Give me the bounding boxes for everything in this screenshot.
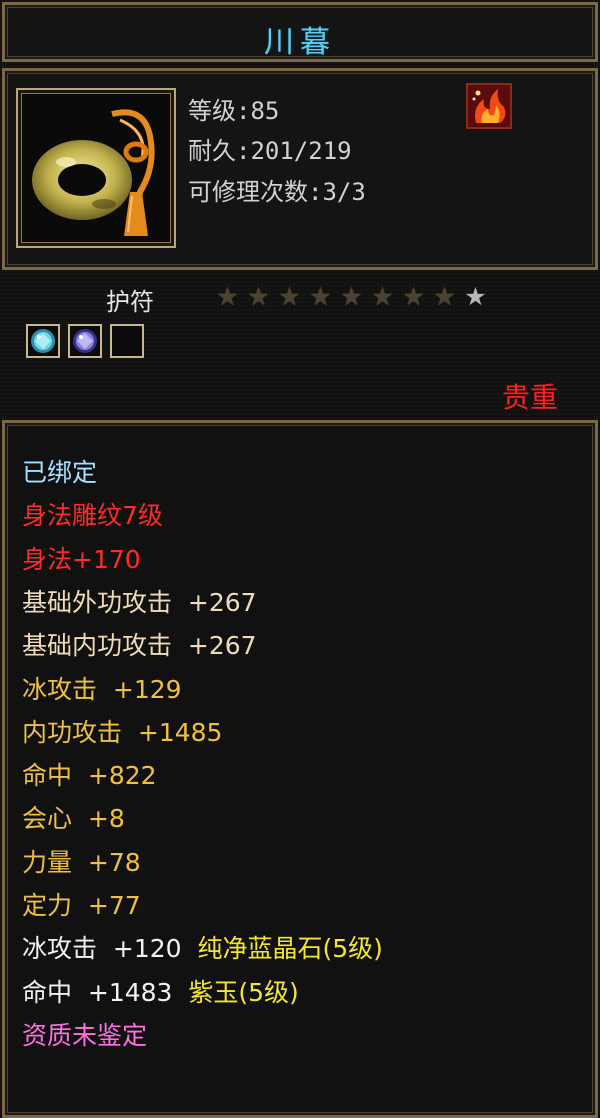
item-icon-frame (16, 88, 176, 248)
stat-line: 会心 +8 (22, 804, 125, 834)
stat-line: 命中 +1483 紫玉(5级) (22, 977, 299, 1007)
rarity-label: 贵重 (501, 381, 558, 414)
item-name: 川暮 (264, 25, 336, 60)
stat-line: 定力 +77 (22, 891, 141, 920)
stat-line: 命中 +822 (22, 761, 157, 791)
stat-line: 力量 +78 (22, 847, 141, 877)
star-icon: ★ (402, 282, 425, 311)
fire-attribute-icon (466, 83, 512, 129)
star-icon: ★ (216, 282, 239, 311)
star-icon: ★ (278, 282, 301, 311)
gem-slot-2[interactable] (68, 324, 102, 358)
stat-line: 资质未鉴定 (22, 1020, 148, 1050)
info-panel: 等级:85 耐久:201/219 可修理次数:3/3 (2, 68, 598, 270)
gem-slot-1[interactable] (26, 324, 60, 358)
stat-line: 冰攻击 +129 (22, 674, 182, 704)
star-icon: ★ (247, 282, 270, 311)
gem-name: 紫玉(5级) (188, 977, 299, 1007)
jade-amulet-icon (24, 96, 168, 240)
star-icon: ★ (464, 282, 487, 311)
stat-line: 身法雕纹7级 (22, 501, 163, 531)
item-type-label: 护符 (106, 288, 154, 316)
star-icon: ★ (309, 282, 332, 311)
star-icon: ★ (433, 282, 456, 311)
level-label: 等级:85 (188, 97, 280, 125)
stats-panel: 已绑定身法雕纹7级 身法+170 基础外功攻击 +267 基础内功攻击 +267 冰攻击… (2, 420, 598, 1118)
gem-name: 纯净蓝晶石(5级) (197, 934, 383, 964)
gem-slot-3-empty[interactable] (110, 324, 144, 358)
title-bar: 川暮 (2, 2, 598, 62)
item-tooltip: 川暮 等级:85 耐久:201/219 可修理次数:3/3 护符 ★ ★ ★ ★… (0, 0, 600, 1118)
stat-line: 基础外功攻击 +267 (22, 587, 257, 617)
stat-line: 冰攻击 +120 纯净蓝晶石(5级) (22, 934, 383, 964)
durability-label: 耐久:201/219 (188, 137, 352, 165)
stat-line: 身法+170 (22, 544, 141, 574)
type-and-sockets: 护符 ★ ★ ★ ★ ★ ★ ★ ★ ★ 贵重 (0, 272, 600, 420)
star-icon: ★ (340, 282, 363, 311)
gem-sockets (26, 324, 144, 358)
stat-line: 内功攻击 +1485 (22, 717, 223, 747)
cyan-gem-icon (31, 329, 55, 353)
star-rating: ★ ★ ★ ★ ★ ★ ★ ★ ★ (213, 284, 490, 310)
purple-gem-icon (73, 329, 97, 353)
repair-count-label: 可修理次数:3/3 (188, 178, 366, 206)
stat-line: 已绑定 (22, 458, 98, 487)
star-icon: ★ (371, 282, 394, 311)
stat-line: 基础内功攻击 +267 (22, 631, 257, 661)
